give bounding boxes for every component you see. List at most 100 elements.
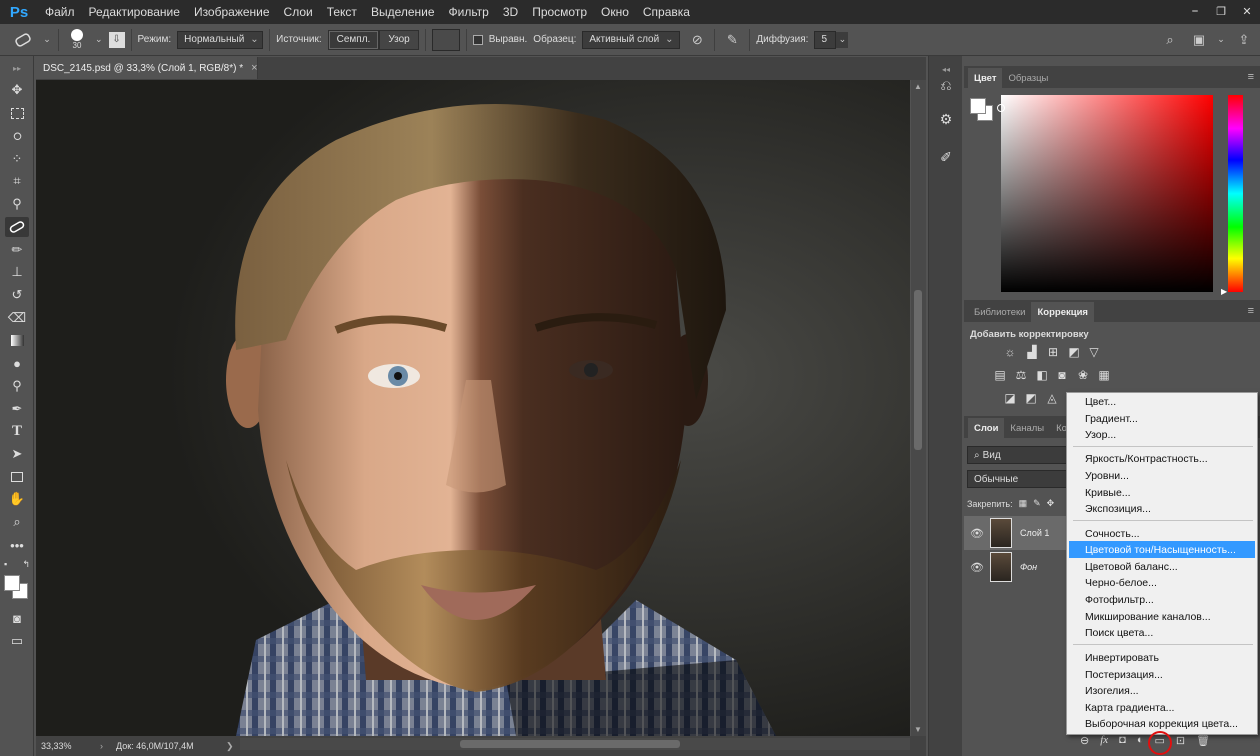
layer-style-icon[interactable]: fx [1100, 734, 1108, 747]
menu-item-color-lookup[interactable]: Поиск цвета... [1069, 624, 1255, 641]
menu-item-posterize[interactable]: Постеризация... [1069, 666, 1255, 683]
brush-settings-panel-icon[interactable]: ✐ [934, 146, 958, 168]
menu-filter[interactable]: Фильтр [442, 5, 496, 19]
quick-mask-icon[interactable]: ◙ [5, 608, 29, 628]
channel-mixer-icon[interactable]: ❀ [1075, 368, 1091, 382]
black-white-icon[interactable]: ◧ [1034, 368, 1050, 382]
search-icon[interactable]: ⌕ [1158, 32, 1182, 48]
vibrance-icon[interactable]: ▽ [1086, 345, 1102, 359]
invert-icon[interactable]: ◪ [1002, 391, 1018, 405]
menu-layers[interactable]: Слои [277, 5, 320, 19]
hue-slider-handle-icon[interactable]: ▶ [1221, 287, 1227, 296]
fg-swatch[interactable] [970, 98, 986, 114]
add-mask-icon[interactable]: ◘ [1119, 734, 1126, 747]
history-brush-tool-icon[interactable]: ↺ [5, 285, 29, 305]
menu-edit[interactable]: Редактирование [82, 5, 187, 19]
layer-row[interactable]: 👁 Фон [964, 550, 1066, 584]
menu-item-photo-filter[interactable]: Фотофильтр... [1069, 591, 1255, 608]
levels-icon[interactable]: ▟ [1024, 345, 1040, 359]
panel-menu-icon[interactable]: ≡ [1248, 71, 1254, 83]
zoom-tool-icon[interactable]: ⌕ [5, 512, 29, 532]
rectangle-tool-icon[interactable] [5, 467, 29, 487]
tab-color[interactable]: Цвет [968, 68, 1003, 88]
brush-dropdown-icon[interactable]: ⌄ [95, 34, 103, 45]
color-picker-field[interactable] [1001, 95, 1213, 292]
curves-icon[interactable]: ⊞ [1045, 345, 1061, 359]
menu-item-color-balance[interactable]: Цветовой баланс... [1069, 558, 1255, 575]
menu-file[interactable]: Файл [38, 5, 82, 19]
dodge-tool-icon[interactable]: ⚲ [5, 376, 29, 396]
properties-panel-icon[interactable]: ⚙ [934, 108, 958, 130]
healing-brush-tool-icon[interactable] [10, 32, 36, 47]
menu-item-vibrance[interactable]: Сочность... [1069, 525, 1255, 542]
menu-item-brightness-contrast[interactable]: Яркость/Контрастность... [1069, 450, 1255, 467]
color-picker-cursor[interactable] [997, 104, 1005, 112]
ignore-adjustment-layers-icon[interactable]: ⊘ [686, 32, 708, 48]
brush-tool-icon[interactable]: ✏ [5, 240, 29, 260]
hand-tool-icon[interactable]: ✋ [5, 489, 29, 509]
menu-item-gradient-map[interactable]: Карта градиента... [1069, 699, 1255, 716]
menu-item-levels[interactable]: Уровни... [1069, 467, 1255, 484]
workspace-dropdown-icon[interactable]: ⌄ [1216, 34, 1226, 45]
link-layers-icon[interactable]: ⊖ [1080, 734, 1089, 747]
healing-brush-tool-icon[interactable] [5, 217, 29, 237]
tool-preset-picker-icon[interactable]: ⌄ [42, 34, 52, 45]
menu-item-threshold[interactable]: Изогелия... [1069, 682, 1255, 699]
crop-tool-icon[interactable]: ⌗ [5, 171, 29, 191]
menu-item-gradient[interactable]: Градиент... [1069, 410, 1255, 427]
scroll-up-icon[interactable]: ▲ [914, 82, 922, 91]
visibility-eye-icon[interactable]: 👁 [970, 527, 984, 540]
close-window-button[interactable]: ✕ [1234, 0, 1260, 22]
screen-mode-icon[interactable]: ▭ [5, 631, 29, 651]
history-panel-icon[interactable]: ⎌ [934, 74, 958, 96]
tab-adjustments[interactable]: Коррекция [1031, 302, 1094, 322]
source-sampled-button[interactable]: Семпл. [327, 29, 380, 50]
close-tab-icon[interactable]: × [251, 62, 257, 74]
swap-default-colors-icon[interactable]: ▪ ↰ [4, 559, 30, 571]
lock-position-icon[interactable]: ✥ [1047, 498, 1055, 509]
menu-item-exposure[interactable]: Экспозиция... [1069, 500, 1255, 517]
layer-row[interactable]: 👁 Слой 1 [964, 516, 1066, 550]
horizontal-scroll-thumb[interactable] [460, 740, 680, 748]
vertical-scroll-thumb[interactable] [914, 290, 922, 450]
exposure-icon[interactable]: ◩ [1066, 345, 1082, 359]
eyedropper-tool-icon[interactable]: ⚲ [5, 194, 29, 214]
move-tool-icon[interactable]: ✥ [5, 80, 29, 100]
visibility-eye-icon[interactable]: 👁 [970, 561, 984, 574]
color-lookup-icon[interactable]: ▦ [1096, 368, 1112, 382]
pattern-picker[interactable] [431, 28, 460, 51]
menu-item-curves[interactable]: Кривые... [1069, 484, 1255, 501]
pen-tool-icon[interactable]: ✒ [5, 399, 29, 419]
gradient-tool-icon[interactable] [5, 330, 29, 350]
menu-3d[interactable]: 3D [496, 5, 525, 19]
diffusion-value[interactable]: 5 [814, 30, 837, 49]
menu-image[interactable]: Изображение [187, 5, 277, 19]
menu-item-hue-saturation[interactable]: Цветовой тон/Насыщенность... [1069, 541, 1255, 558]
path-selection-tool-icon[interactable]: ➤ [5, 444, 29, 464]
quick-selection-tool-icon[interactable]: ⁘ [5, 149, 29, 169]
mode-select[interactable]: Нормальный [177, 30, 264, 49]
menu-item-solid-color[interactable]: Цвет... [1069, 393, 1255, 410]
color-balance-icon[interactable]: ⚖ [1013, 368, 1029, 382]
delete-layer-icon[interactable]: 🗑 [1196, 734, 1210, 747]
zoom-level[interactable]: 33,33% [36, 741, 100, 751]
blend-mode-select[interactable]: Обычные [967, 470, 1067, 488]
menu-view[interactable]: Просмотр [525, 5, 594, 19]
diffusion-dropdown-icon[interactable]: ⌄ [836, 31, 849, 48]
menu-item-selective-color[interactable]: Выборочная коррекция цвета... [1069, 715, 1255, 732]
lock-pixels-icon[interactable]: ✎ [1033, 498, 1041, 509]
photo-filter-icon[interactable]: ◙ [1054, 368, 1070, 382]
panel-menu-icon[interactable]: ≡ [1248, 305, 1254, 317]
posterize-icon[interactable]: ◩ [1023, 391, 1039, 405]
clone-stamp-tool-icon[interactable]: ⊥ [5, 262, 29, 282]
lock-transparent-icon[interactable]: ▦ [1019, 498, 1028, 509]
new-layer-icon[interactable]: ⊡ [1176, 734, 1185, 747]
new-adjustment-layer-icon[interactable]: ◐ [1137, 734, 1144, 747]
menu-window[interactable]: Окно [594, 5, 636, 19]
share-icon[interactable]: ⇪ [1232, 32, 1256, 48]
type-tool-icon[interactable]: T [5, 421, 29, 441]
aligned-checkbox[interactable] [472, 34, 483, 45]
minimize-button[interactable]: ⎯ [1182, 0, 1208, 22]
tab-channels[interactable]: Каналы [1004, 418, 1050, 438]
layer-filter-input[interactable]: ⌕ Вид [967, 446, 1067, 464]
